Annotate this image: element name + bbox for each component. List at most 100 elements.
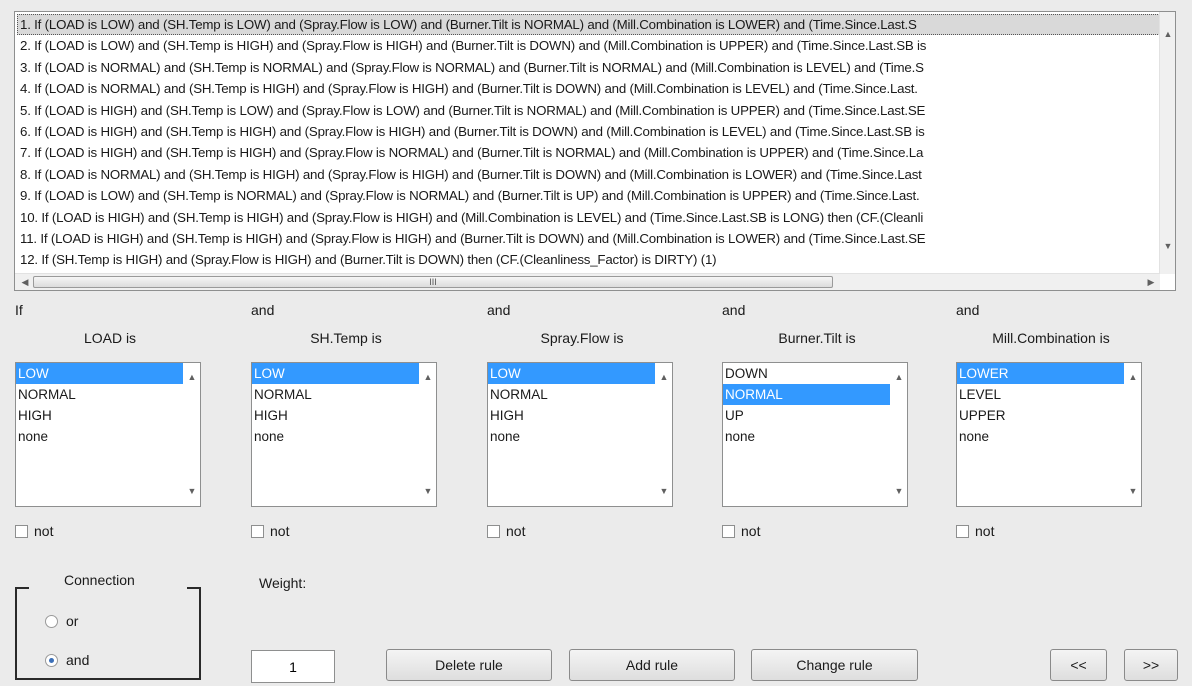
rule-item[interactable]: 7. If (LOAD is HIGH) and (SH.Temp is HIG…	[17, 142, 1160, 163]
scroll-up-icon[interactable]: ▲	[184, 369, 200, 385]
scroll-up-icon[interactable]: ▲	[1125, 369, 1141, 385]
listbox-option[interactable]: LOW	[488, 363, 655, 384]
listbox-option[interactable]: DOWN	[723, 363, 890, 384]
scroll-right-icon[interactable]: ▶	[1143, 274, 1159, 290]
rule-item[interactable]: 3. If (LOAD is NORMAL) and (SH.Temp is N…	[17, 57, 1160, 78]
not-checkbox[interactable]	[251, 524, 264, 538]
not-checkbox-row[interactable]: not	[956, 522, 994, 540]
membership-listbox[interactable]: LOW NORMAL HIGH none ▲ ▼	[15, 362, 201, 507]
previous-button[interactable]: <<	[1050, 649, 1107, 681]
scroll-left-icon[interactable]: ◀	[17, 274, 33, 290]
radio-or-icon[interactable]	[45, 614, 58, 628]
variable-label: SH.Temp is	[310, 330, 382, 346]
condition-column: and Burner.Tilt is DOWN NORMAL UP none ▲ ▼ not	[722, 302, 922, 552]
condition-column: If LOAD is LOW NORMAL HIGH none ▲ ▼ not	[15, 302, 215, 552]
rule-item[interactable]: 12. If (SH.Temp is HIGH) and (Spray.Flow…	[17, 249, 1160, 270]
rule-listbox[interactable]: 1. If (LOAD is LOW) and (SH.Temp is LOW)…	[14, 11, 1176, 291]
not-checkbox-row[interactable]: not	[487, 522, 525, 540]
rule-item[interactable]: 11. If (LOAD is HIGH) and (SH.Temp is HI…	[17, 228, 1160, 249]
not-checkbox[interactable]	[15, 524, 28, 538]
membership-listbox[interactable]: LOWER LEVEL UPPER none ▲ ▼	[956, 362, 1142, 507]
rule-item[interactable]: 4. If (LOAD is NORMAL) and (SH.Temp is H…	[17, 78, 1160, 99]
condition-column: and SH.Temp is LOW NORMAL HIGH none ▲ ▼ not	[251, 302, 451, 552]
variable-label: LOAD is	[83, 330, 137, 346]
listbox-scrollbar[interactable]: ▲ ▼	[420, 363, 436, 506]
scroll-down-icon[interactable]: ▼	[891, 483, 907, 499]
listbox-option[interactable]: LOW	[16, 363, 183, 384]
scroll-down-icon[interactable]: ▼	[420, 483, 436, 499]
rule-item[interactable]: 5. If (LOAD is HIGH) and (SH.Temp is LOW…	[17, 100, 1160, 121]
rule-item[interactable]: 8. If (LOAD is NORMAL) and (SH.Temp is H…	[17, 164, 1160, 185]
change-rule-button[interactable]: Change rule	[751, 649, 918, 681]
listbox-option[interactable]: NORMAL	[723, 384, 890, 405]
rule-lines: 1. If (LOAD is LOW) and (SH.Temp is LOW)…	[17, 14, 1160, 272]
membership-listbox[interactable]: DOWN NORMAL UP none ▲ ▼	[722, 362, 908, 507]
scroll-down-icon[interactable]: ▼	[656, 483, 672, 499]
connection-group-border	[187, 587, 201, 589]
listbox-option[interactable]: NORMAL	[252, 384, 419, 405]
listbox-scrollbar[interactable]: ▲ ▼	[184, 363, 200, 506]
listbox-scrollbar[interactable]: ▲ ▼	[891, 363, 907, 506]
radio-or[interactable]: or	[45, 612, 78, 630]
not-checkbox[interactable]	[956, 524, 969, 538]
variable-label: Burner.Tilt is	[778, 330, 856, 346]
scroll-up-icon[interactable]: ▲	[891, 369, 907, 385]
listbox-option[interactable]: HIGH	[252, 405, 419, 426]
weight-input[interactable]	[251, 650, 335, 683]
listbox-option[interactable]: none	[957, 426, 1124, 447]
weight-label: Weight:	[259, 575, 307, 591]
listbox-option[interactable]: NORMAL	[488, 384, 655, 405]
membership-listbox[interactable]: LOW NORMAL HIGH none ▲ ▼	[487, 362, 673, 507]
rule-item[interactable]: 2. If (LOAD is LOW) and (SH.Temp is HIGH…	[17, 35, 1160, 56]
listbox-option[interactable]: LOW	[252, 363, 419, 384]
listbox-option[interactable]: LOWER	[957, 363, 1124, 384]
connection-group-border	[15, 587, 29, 589]
rule-list-horizontal-scrollbar[interactable]: ◀ III ▶	[15, 273, 1160, 290]
not-checkbox[interactable]	[487, 524, 500, 538]
not-label: not	[270, 523, 290, 540]
radio-and[interactable]: and	[45, 651, 89, 669]
scroll-down-icon[interactable]: ▼	[1125, 483, 1141, 499]
not-checkbox[interactable]	[722, 524, 735, 538]
not-checkbox-row[interactable]: not	[15, 522, 53, 540]
scroll-up-icon[interactable]: ▲	[1160, 26, 1176, 42]
listbox-option[interactable]: none	[488, 426, 655, 447]
listbox-option[interactable]: none	[252, 426, 419, 447]
radio-and-icon[interactable]	[45, 653, 58, 667]
listbox-option[interactable]: none	[723, 426, 890, 447]
conjunction-label: and	[487, 302, 511, 318]
listbox-option[interactable]: UP	[723, 405, 890, 426]
not-label: not	[34, 523, 54, 540]
listbox-option[interactable]: HIGH	[16, 405, 183, 426]
not-label: not	[741, 523, 761, 540]
listbox-scrollbar[interactable]: ▲ ▼	[656, 363, 672, 506]
listbox-option[interactable]: none	[16, 426, 183, 447]
rule-item[interactable]: 9. If (LOAD is LOW) and (SH.Temp is NORM…	[17, 185, 1160, 206]
rule-item[interactable]: 10. If (LOAD is HIGH) and (SH.Temp is HI…	[17, 207, 1160, 228]
scroll-grip-icon: III	[429, 277, 437, 287]
scroll-up-icon[interactable]: ▲	[420, 369, 436, 385]
variable-label: Spray.Flow is	[540, 330, 624, 346]
rule-item[interactable]: 1. If (LOAD is LOW) and (SH.Temp is LOW)…	[17, 14, 1160, 36]
scroll-down-icon[interactable]: ▼	[1160, 238, 1176, 254]
not-label: not	[975, 523, 995, 540]
membership-listbox[interactable]: LOW NORMAL HIGH none ▲ ▼	[251, 362, 437, 507]
listbox-scrollbar[interactable]: ▲ ▼	[1125, 363, 1141, 506]
delete-rule-button[interactable]: Delete rule	[386, 649, 552, 681]
next-button[interactable]: >>	[1124, 649, 1178, 681]
scroll-down-icon[interactable]: ▼	[184, 483, 200, 499]
condition-column: and Spray.Flow is LOW NORMAL HIGH none ▲ ▼ not	[487, 302, 687, 552]
horizontal-scroll-thumb[interactable]: III	[33, 276, 833, 288]
rule-item[interactable]: 6. If (LOAD is HIGH) and (SH.Temp is HIG…	[17, 121, 1160, 142]
radio-or-label: or	[66, 613, 79, 630]
add-rule-button[interactable]: Add rule	[569, 649, 735, 681]
listbox-option[interactable]: NORMAL	[16, 384, 183, 405]
not-checkbox-row[interactable]: not	[251, 522, 289, 540]
rule-list-vertical-scrollbar[interactable]: ▲ ▼	[1159, 12, 1175, 274]
not-checkbox-row[interactable]: not	[722, 522, 760, 540]
listbox-option[interactable]: HIGH	[488, 405, 655, 426]
listbox-option[interactable]: UPPER	[957, 405, 1124, 426]
listbox-option[interactable]: LEVEL	[957, 384, 1124, 405]
scroll-up-icon[interactable]: ▲	[656, 369, 672, 385]
not-label: not	[506, 523, 526, 540]
